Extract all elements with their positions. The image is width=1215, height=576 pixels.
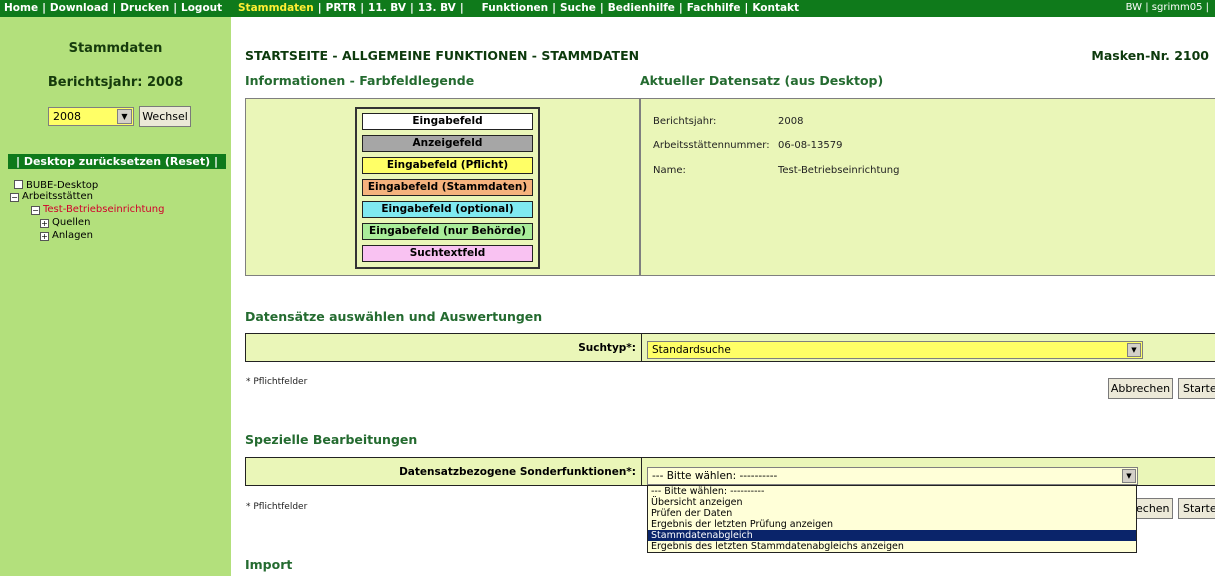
berichtsjahr-label: Berichtsjahr:	[653, 116, 717, 127]
tree-node-icon	[14, 180, 23, 189]
legend-anzeigefeld: Anzeigefeld	[362, 135, 533, 152]
tree-label: Quellen	[52, 217, 91, 228]
chevron-down-icon[interactable]: ▼	[1127, 343, 1141, 357]
nav-bedienhilfe[interactable]: Bedienhilfe	[608, 2, 675, 14]
nav-kontakt[interactable]: Kontakt	[752, 2, 799, 14]
dropdown-option[interactable]: Ergebnis der letzten Prüfung anzeigen	[648, 519, 1136, 530]
pflichtfelder-note-2: * Pflichtfelder	[246, 502, 308, 512]
legend-pflicht: Eingabefeld (Pflicht)	[362, 157, 533, 174]
auswahl-heading: Datensätze auswählen und Auswertungen	[245, 309, 543, 324]
row-divider	[641, 334, 642, 361]
sonder-label: Datensatzbezogene Sonderfunktionen*:	[399, 466, 636, 478]
suchtyp-select[interactable]: Standardsuche ▼	[647, 341, 1143, 359]
expand-icon[interactable]: +	[40, 219, 49, 228]
sidebar-title: Stammdaten	[68, 41, 163, 56]
tree-label: Test-Betriebseinrichtung	[43, 204, 165, 215]
page-title: STARTSEITE - ALLGEMEINE FUNKTIONEN - STA…	[245, 48, 640, 63]
dropdown-option[interactable]: --- Bitte wählen: ----------	[648, 486, 1136, 497]
year-select-value: 2008	[53, 110, 81, 123]
nav-suche[interactable]: Suche	[560, 2, 596, 14]
expand-icon[interactable]: +	[40, 232, 49, 241]
nummer-value: 06-08-13579	[778, 140, 843, 151]
nav-drucken[interactable]: Drucken	[120, 2, 169, 14]
chevron-down-icon[interactable]: ▼	[117, 109, 132, 124]
abbrechen-button-2[interactable]: echen	[1135, 498, 1173, 519]
topbar-main-links: Stammdaten | PRTR | 11. BV | 13. BV | Funktionen…	[238, 2, 800, 14]
nav-stammdaten[interactable]: Stammdaten	[238, 2, 314, 14]
name-value: Test-Betriebseinrichtung	[778, 165, 900, 176]
legend-eingabefeld: Eingabefeld	[362, 113, 533, 130]
sidebar-year-label: Berichtsjahr: 2008	[47, 75, 184, 90]
sonder-value: --- Bitte wählen: ----------	[652, 470, 778, 482]
dropdown-option[interactable]: Übersicht anzeigen	[648, 497, 1136, 508]
nummer-label: Arbeitsstättennummer:	[653, 140, 770, 151]
datensatz-heading: Aktueller Datensatz (aus Desktop)	[640, 73, 884, 88]
wechsel-button[interactable]: Wechsel	[139, 106, 191, 127]
berichtsjahr-value: 2008	[778, 116, 804, 127]
nav-fachhilfe[interactable]: Fachhilfe	[687, 2, 741, 14]
legend-behoerde: Eingabefeld (nur Behörde)	[362, 223, 533, 240]
sonder-dropdown-list[interactable]: --- Bitte wählen: ---------- Übersicht a…	[647, 485, 1137, 553]
collapse-icon[interactable]: −	[10, 193, 19, 202]
topbar-left-links: Home | Download | Drucken | Logout	[4, 2, 223, 14]
tree-item-quellen[interactable]: + Quellen	[40, 216, 90, 229]
tree-item-anlagen[interactable]: + Anlagen	[40, 229, 93, 242]
abbrechen-button[interactable]: Abbrechen	[1108, 378, 1173, 399]
dropdown-option[interactable]: Ergebnis des letzten Stammdatenabgleichs…	[648, 541, 1136, 552]
nav-funktionen[interactable]: Funktionen	[482, 2, 549, 14]
top-navigation-bar: Home | Download | Drucken | Logout Stammdaten |…	[0, 0, 1215, 17]
nav-prtr[interactable]: PRTR	[326, 2, 357, 14]
sonder-select[interactable]: --- Bitte wählen: ---------- ▼	[647, 467, 1138, 485]
suchtyp-row: Suchtyp*: Standardsuche ▼	[245, 333, 1215, 362]
starten-button-2[interactable]: Starten	[1178, 498, 1215, 519]
info-heading: Informationen - Farbfeldlegende	[245, 73, 475, 88]
sidebar: Stammdaten Berichtsjahr: 2008 2008 ▼ Wec…	[0, 17, 231, 576]
pflichtfelder-note: * Pflichtfelder	[246, 377, 308, 387]
legend-panel: Eingabefeld Anzeigefeld Eingabefeld (Pfl…	[245, 98, 640, 276]
collapse-icon[interactable]: −	[31, 206, 40, 215]
nav-home[interactable]: Home	[4, 2, 38, 14]
chevron-down-icon[interactable]: ▼	[1122, 469, 1136, 483]
suchtyp-label: Suchtyp*:	[578, 342, 636, 354]
legend-stammdaten: Eingabefeld (Stammdaten)	[362, 179, 533, 196]
user-info: BW | sgrimm05 |	[1125, 2, 1209, 13]
tree-item-betrieb[interactable]: − Test-Betriebseinrichtung	[31, 203, 164, 216]
speziell-heading: Spezielle Bearbeitungen	[245, 432, 418, 447]
tree-label: Anlagen	[52, 230, 93, 241]
suchtyp-value: Standardsuche	[652, 344, 731, 356]
tree-item-arbeitsstaetten[interactable]: − Arbeitsstätten	[10, 190, 93, 203]
import-heading: Import	[245, 557, 293, 572]
tree-label: Arbeitsstätten	[22, 191, 93, 202]
nav-13bv[interactable]: 13. BV	[418, 2, 456, 14]
masken-number: Masken-Nr. 2100	[1091, 48, 1209, 63]
starten-button[interactable]: Starten	[1178, 378, 1215, 399]
sonder-row: Datensatzbezogene Sonderfunktionen*: ---…	[245, 457, 1215, 486]
legend-optional: Eingabefeld (optional)	[362, 201, 533, 218]
nav-download[interactable]: Download	[50, 2, 109, 14]
legend-suchtext: Suchtextfeld	[362, 245, 533, 262]
row-divider	[641, 458, 642, 485]
nav-logout[interactable]: Logout	[181, 2, 222, 14]
desktop-reset-button[interactable]: | Desktop zurücksetzen (Reset) |	[8, 154, 226, 169]
name-label: Name:	[653, 165, 686, 176]
datensatz-panel: Berichtsjahr: 2008 Arbeitsstättennummer:…	[640, 98, 1215, 276]
nav-11bv[interactable]: 11. BV	[368, 2, 406, 14]
color-legend: Eingabefeld Anzeigefeld Eingabefeld (Pfl…	[355, 107, 540, 269]
dropdown-option-selected[interactable]: Stammdatenabgleich	[648, 530, 1136, 541]
year-select[interactable]: 2008 ▼	[48, 107, 134, 126]
dropdown-option[interactable]: Prüfen der Daten	[648, 508, 1136, 519]
